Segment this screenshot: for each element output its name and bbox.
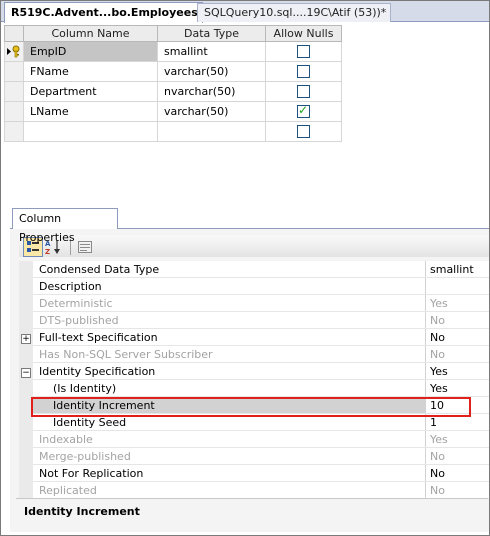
checkmark-icon: ✓: [298, 103, 309, 118]
data-type-cell[interactable]: varchar(50): [157, 61, 266, 82]
property-name: Replicated: [33, 481, 426, 499]
allow-nulls-checkbox[interactable]: [297, 65, 310, 79]
property-name: Identity Increment: [33, 396, 426, 414]
property-row[interactable]: − Identity Specification Yes: [19, 362, 489, 380]
property-value: No: [425, 345, 489, 363]
primary-key-icon: [7, 45, 20, 58]
property-value: No: [425, 447, 489, 465]
table-designer-window: R519C.Advent...bo.Employees* SQLQuery10.…: [0, 0, 490, 536]
property-value: No: [425, 481, 489, 499]
property-row[interactable]: Condensed Data Type smallint: [19, 261, 489, 278]
property-value: No: [425, 311, 489, 329]
allow-nulls-checkbox[interactable]: [297, 125, 310, 139]
property-value[interactable]: No: [425, 328, 489, 346]
identity-increment-input[interactable]: 10: [425, 396, 489, 414]
property-row[interactable]: Replicated No: [19, 481, 489, 499]
property-row[interactable]: Not For Replication No: [19, 464, 489, 482]
allow-nulls-checkbox[interactable]: ✓: [297, 103, 310, 119]
property-name: Indexable: [33, 430, 426, 448]
row-selector[interactable]: [4, 61, 24, 82]
allow-nulls-header: Allow Nulls: [265, 25, 342, 42]
property-name: Identity Specification: [33, 362, 426, 380]
column-name-cell[interactable]: LName: [23, 101, 158, 122]
property-row[interactable]: DTS-published No: [19, 311, 489, 329]
table-row[interactable]: LName varchar(50) ✓: [4, 101, 342, 122]
property-row[interactable]: Identity Seed 1: [19, 413, 489, 431]
data-type-cell[interactable]: nvarchar(50): [157, 81, 266, 102]
allow-nulls-cell[interactable]: ✓: [265, 101, 342, 122]
property-row-selected[interactable]: Identity Increment 10: [19, 396, 489, 414]
allow-nulls-cell[interactable]: [265, 81, 342, 102]
row-selector[interactable]: [4, 121, 24, 142]
document-tabstrip: R519C.Advent...bo.Employees* SQLQuery10.…: [1, 1, 489, 23]
table-row[interactable]: EmpID smallint: [4, 41, 342, 62]
property-row[interactable]: Deterministic Yes: [19, 294, 489, 312]
data-type-header: Data Type: [157, 25, 266, 42]
property-name: DTS-published: [33, 311, 426, 329]
data-type-cell[interactable]: varchar(50): [157, 101, 266, 122]
tab-sql-query[interactable]: SQLQuery10.sql....19C\Atif (53))*: [197, 3, 391, 22]
property-name: Merge-published: [33, 447, 426, 465]
property-row[interactable]: Indexable Yes: [19, 430, 489, 448]
tab-employees-design[interactable]: R519C.Advent...bo.Employees*: [4, 2, 204, 23]
data-type-cell[interactable]: smallint: [157, 41, 266, 62]
row-selector[interactable]: [4, 101, 24, 122]
property-toolbar: AZ: [19, 235, 489, 257]
property-name: Identity Seed: [33, 413, 426, 431]
allow-nulls-cell[interactable]: [265, 61, 342, 82]
property-row[interactable]: Has Non-SQL Server Subscriber No: [19, 345, 489, 363]
property-value[interactable]: Yes: [425, 362, 489, 380]
property-name: (Is Identity): [33, 379, 426, 397]
allow-nulls-cell[interactable]: [265, 41, 342, 62]
property-name: Deterministic: [33, 294, 426, 312]
property-row[interactable]: + Full-text Specification No: [19, 328, 489, 346]
property-value[interactable]: Yes: [425, 379, 489, 397]
property-pages-icon[interactable]: [75, 237, 95, 257]
column-name-cell[interactable]: Department: [23, 81, 158, 102]
property-name: Full-text Specification: [33, 328, 426, 346]
table-row[interactable]: FName varchar(50): [4, 61, 342, 82]
description-title: Identity Increment: [24, 505, 140, 518]
property-name: Condensed Data Type: [33, 261, 426, 278]
row-selector-header: [4, 25, 24, 42]
property-name: Has Non-SQL Server Subscriber: [33, 345, 426, 363]
property-value[interactable]: 1: [425, 413, 489, 431]
property-grid: Condensed Data Type smallint Description…: [19, 261, 489, 499]
property-row[interactable]: Merge-published No: [19, 447, 489, 465]
property-row[interactable]: (Is Identity) Yes: [19, 379, 489, 397]
column-name-cell[interactable]: EmpID: [23, 41, 158, 62]
property-description-pane: Identity Increment: [16, 498, 488, 531]
column-name-header: Column Name: [23, 25, 158, 42]
property-name: Not For Replication: [33, 464, 426, 482]
property-name: Description: [33, 277, 426, 295]
table-row[interactable]: [4, 121, 342, 142]
property-value[interactable]: [425, 277, 489, 295]
property-value: Yes: [425, 294, 489, 312]
svg-text:Z: Z: [45, 248, 50, 255]
row-selector[interactable]: [4, 41, 24, 62]
collapse-icon[interactable]: −: [21, 367, 31, 378]
tab-column-properties[interactable]: Column Properties: [12, 208, 118, 244]
column-name-cell[interactable]: FName: [23, 61, 158, 82]
table-row[interactable]: Department nvarchar(50): [4, 81, 342, 102]
property-value[interactable]: smallint: [425, 261, 489, 278]
data-type-cell[interactable]: [157, 121, 266, 142]
allow-nulls-checkbox[interactable]: [297, 85, 310, 99]
property-value: Yes: [425, 430, 489, 448]
allow-nulls-checkbox[interactable]: [297, 45, 310, 59]
allow-nulls-cell[interactable]: [265, 121, 342, 142]
property-row[interactable]: Description: [19, 277, 489, 295]
column-design-grid: Column Name Data Type Allow Nulls EmpID …: [4, 25, 342, 142]
expand-icon[interactable]: +: [21, 333, 31, 344]
row-selector[interactable]: [4, 81, 24, 102]
property-value[interactable]: No: [425, 464, 489, 482]
column-name-cell[interactable]: [23, 121, 158, 142]
